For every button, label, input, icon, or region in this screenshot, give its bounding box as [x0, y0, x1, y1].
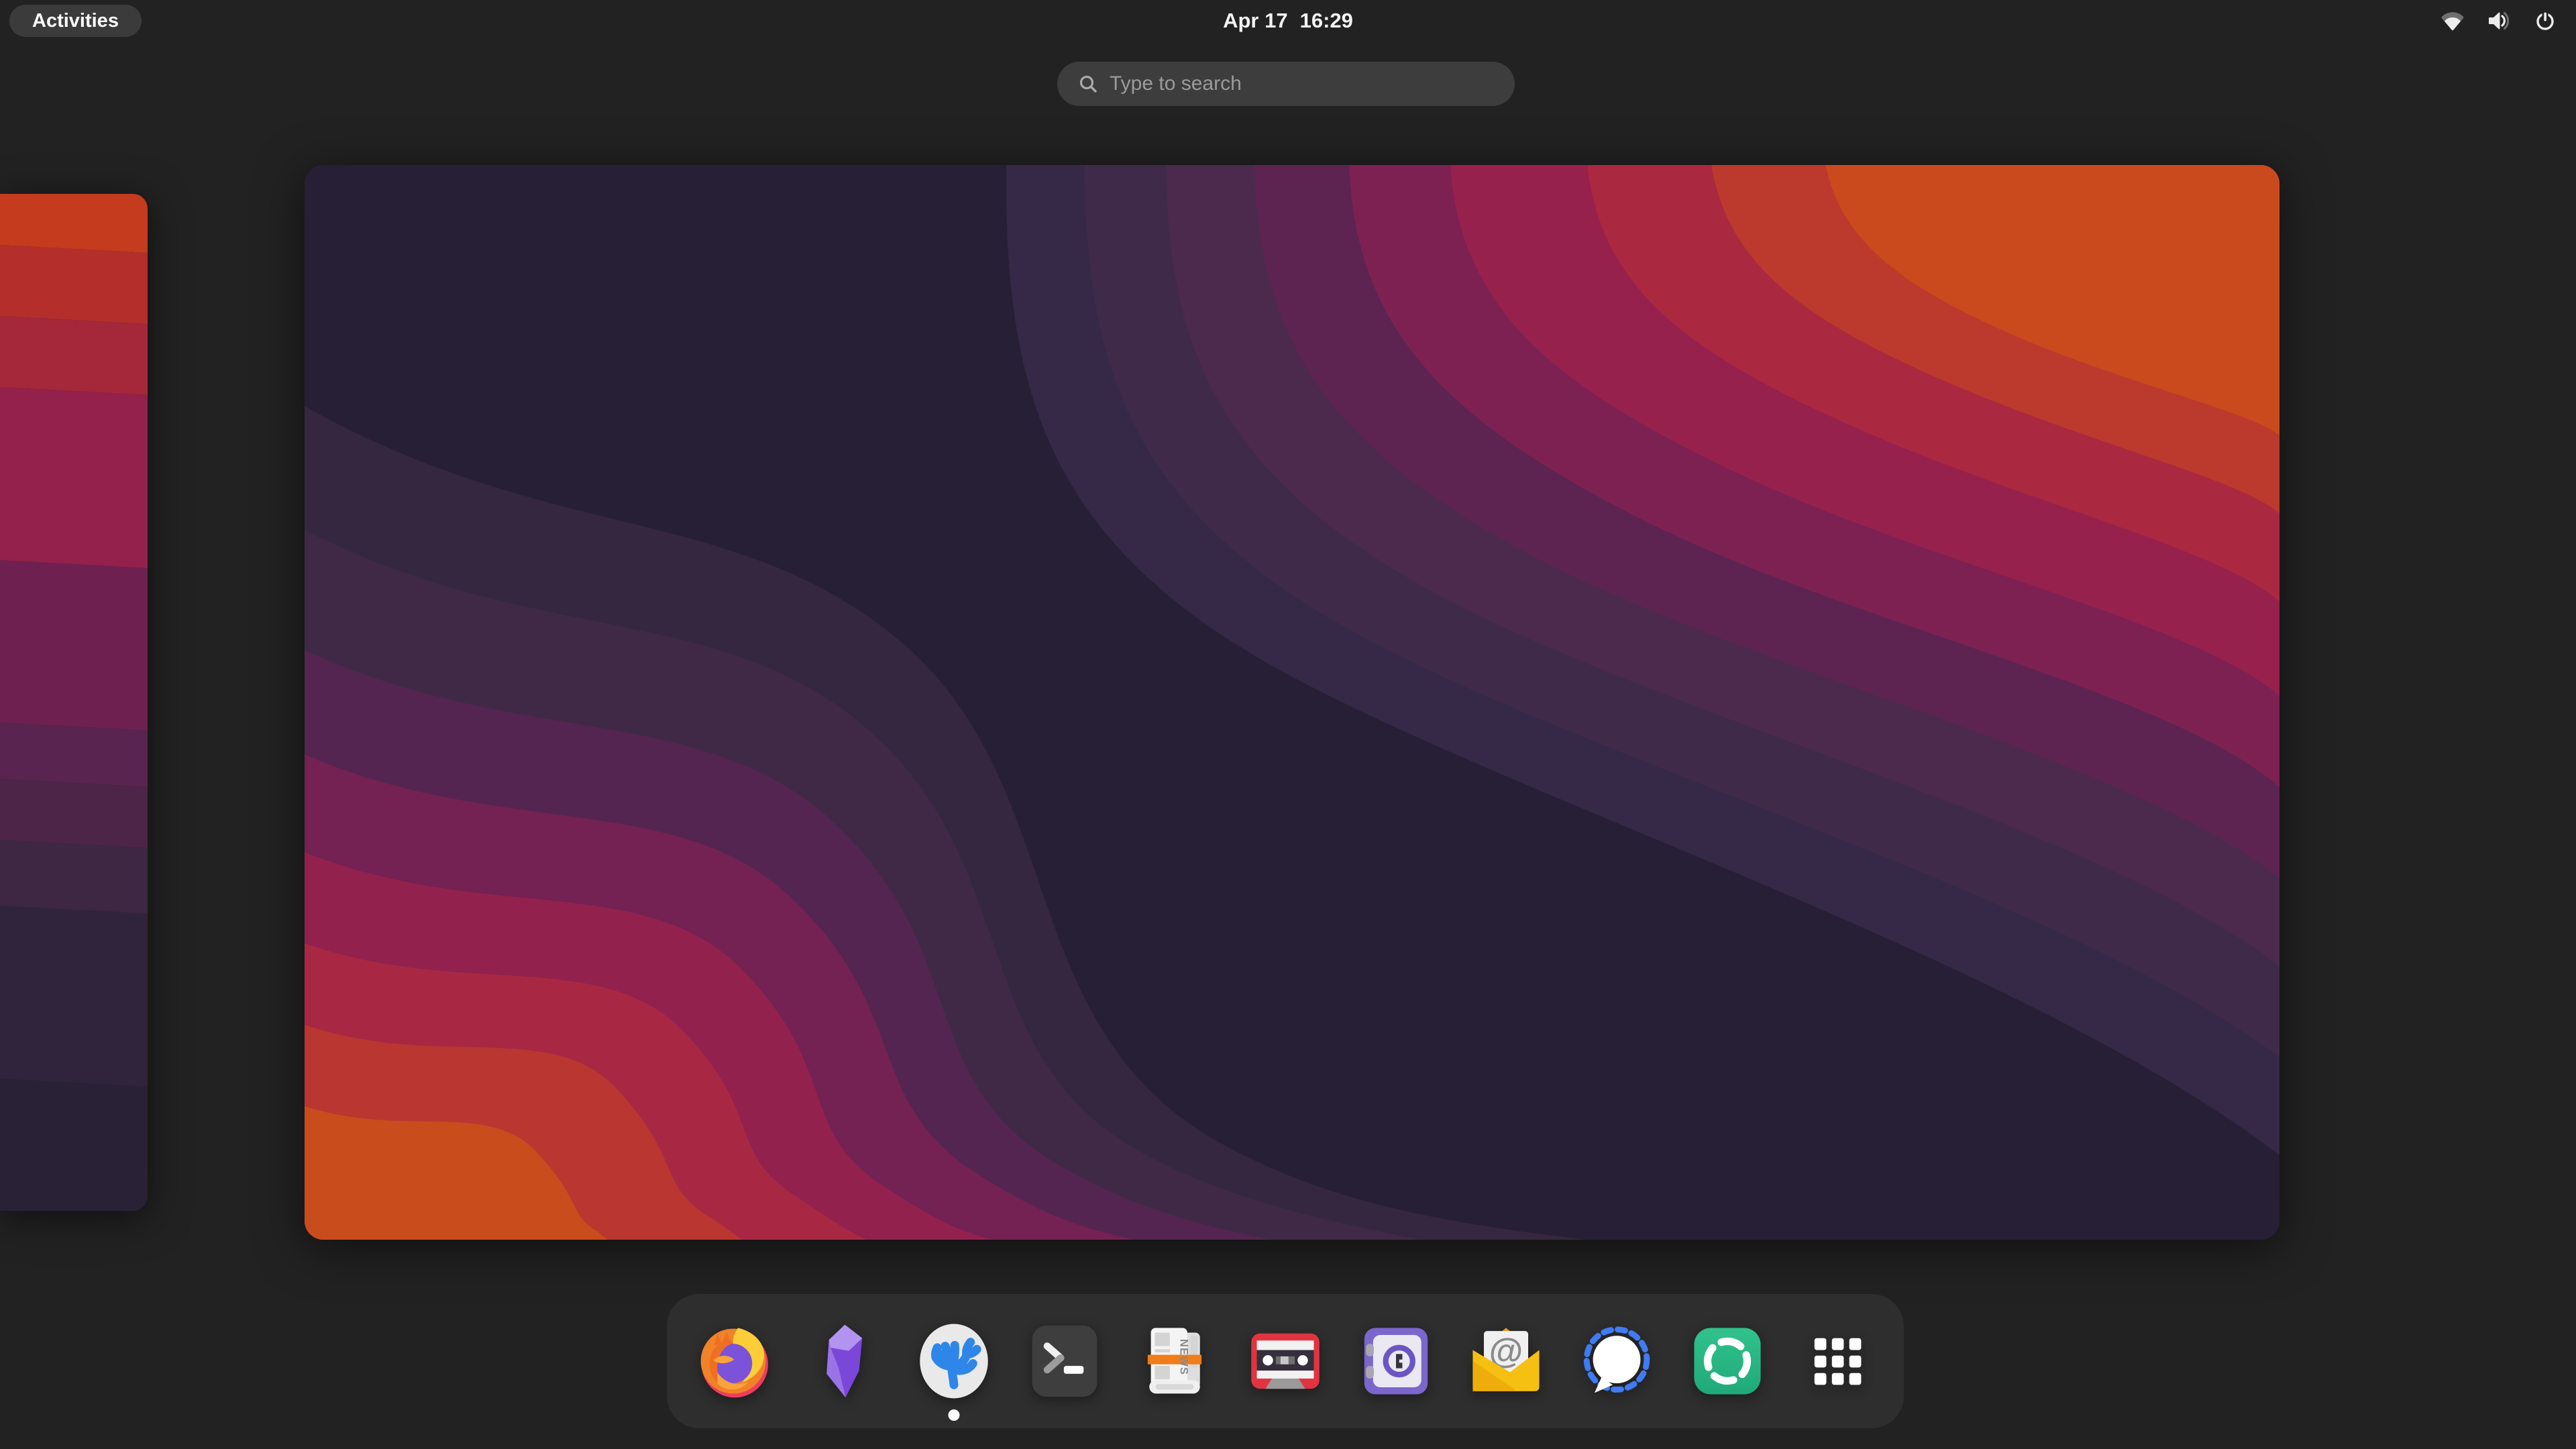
workspace-thumbnail-left[interactable] [0, 194, 148, 1211]
show-apps-button[interactable] [1793, 1294, 1882, 1428]
workspace-preview-main[interactable] [305, 165, 2279, 1240]
search-input[interactable] [1110, 72, 1499, 95]
dock-app-news[interactable]: NEWS [1130, 1294, 1219, 1428]
newspaper-icon: NEWS [1135, 1322, 1214, 1401]
app-grid-icon [1798, 1322, 1877, 1401]
dock-app-firefox[interactable] [689, 1294, 777, 1428]
clock-date: Apr 17 [1223, 5, 1287, 37]
dock-app-mail[interactable]: @ [1462, 1294, 1550, 1428]
dock-app-sync[interactable] [1683, 1294, 1772, 1428]
sync-icon [1688, 1322, 1767, 1401]
dock-app-console[interactable] [1020, 1294, 1109, 1428]
clock-button[interactable]: Apr 17 16:29 [1223, 5, 1353, 37]
main-workspace-wallpaper [305, 165, 2279, 1240]
obsidian-icon [804, 1322, 883, 1401]
quick-settings-area [2440, 5, 2557, 37]
dock-app-obsidian[interactable] [799, 1294, 888, 1428]
terminal-icon [1025, 1322, 1104, 1401]
left-workspace-wallpaper [0, 194, 148, 1211]
search-icon [1077, 73, 1099, 95]
safe-icon [1356, 1322, 1436, 1401]
wifi-icon[interactable] [2440, 9, 2465, 33]
mail-icon: @ [1466, 1322, 1546, 1401]
dock-app-signal[interactable] [1572, 1294, 1661, 1428]
search-bar [1057, 62, 1515, 106]
dock-app-coral[interactable] [910, 1294, 998, 1428]
dock-app-password-safe[interactable] [1352, 1294, 1440, 1428]
svg-text:NEWS: NEWS [1178, 1339, 1190, 1375]
dash-dock: NEWS [667, 1294, 1904, 1428]
top-bar: Activities Apr 17 16:29 [0, 0, 2576, 43]
coral-icon [914, 1322, 994, 1401]
cassette-icon [1246, 1322, 1325, 1401]
power-icon[interactable] [2533, 9, 2557, 33]
running-indicator [948, 1409, 959, 1421]
firefox-icon [694, 1322, 773, 1401]
dock-app-cassette[interactable] [1241, 1294, 1330, 1428]
signal-icon [1577, 1322, 1656, 1401]
clock-time: 16:29 [1300, 5, 1353, 37]
activities-button[interactable]: Activities [9, 5, 142, 37]
volume-icon[interactable] [2486, 9, 2512, 33]
